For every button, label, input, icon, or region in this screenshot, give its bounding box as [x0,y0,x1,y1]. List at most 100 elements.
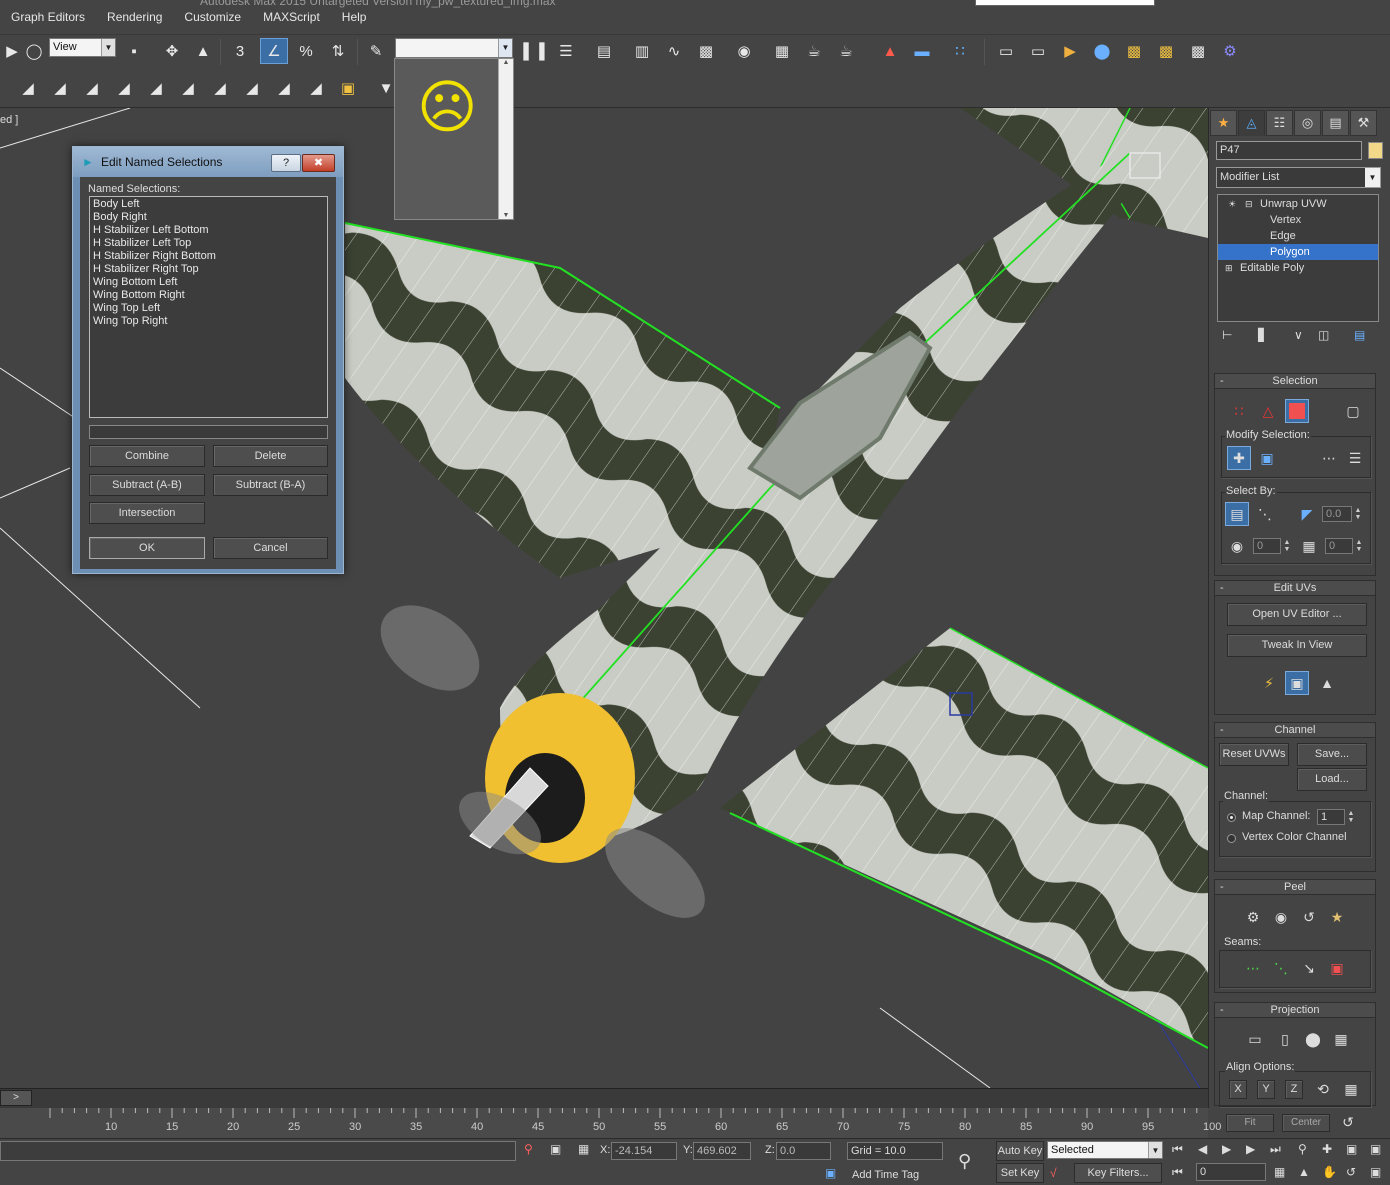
rollout-header[interactable]: - Edit UVs [1215,581,1375,596]
rollout-header[interactable]: - Projection [1215,1003,1375,1018]
configure-sets-icon[interactable]: ▤ [1354,328,1365,342]
remove-modifier-icon[interactable]: ◫ [1318,328,1329,342]
key-filters-button[interactable]: Key Filters... [1074,1163,1162,1183]
z-coordinate-field[interactable]: 0.0 [776,1142,831,1160]
lock-selection-icon[interactable]: ▣ [550,1142,561,1156]
field-of-view-icon[interactable]: ▲ [1298,1165,1310,1179]
key-mode-toggle-icon[interactable]: ⏮ [1172,1165,1183,1180]
rollout-header[interactable]: - Selection [1215,374,1375,389]
list-item[interactable]: Body Right [93,211,324,224]
collapse-icon[interactable]: ⊟ [1245,196,1253,212]
tab-create[interactable]: ★ [1210,110,1237,136]
list-item[interactable]: H Stabilizer Right Bottom [93,250,324,263]
pivot-icon[interactable]: ▪ [122,39,146,63]
percent-snap-icon[interactable]: % [294,39,318,63]
edge-to-seams-icon[interactable]: ↘ [1297,956,1321,980]
list-item[interactable]: H Stabilizer Right Top [93,263,324,276]
select-by-material-icon[interactable]: ▦ [1297,534,1321,558]
list-item[interactable]: Wing Top Right [93,315,324,328]
stack-item-polygon[interactable]: Polygon [1218,244,1378,260]
tab-display[interactable]: ▤ [1322,110,1349,136]
center-button[interactable]: Center [1282,1114,1330,1132]
scrollbar[interactable]: ▲ ▼ [498,59,513,219]
next-frame-icon[interactable]: ▶ [1246,1142,1255,1156]
spinner-arrows-icon[interactable]: ▲ ▼ [1354,539,1364,553]
maxscript-listener-icon[interactable]: ▭ [994,39,1018,63]
quick-peel-icon[interactable]: ⚙ [1241,905,1265,929]
material-id-spinner[interactable]: 0 ▲ ▼ [1325,538,1362,554]
align-gizmo-icon[interactable]: ▲ [1315,671,1339,695]
quick-map-gizmo-icon[interactable]: ▣ [1285,671,1309,695]
viewport-label[interactable]: ed ] [0,114,18,126]
tab-modify[interactable]: ◬ [1238,110,1265,136]
show-end-result-icon[interactable]: ▋ [1258,328,1267,342]
mxw-icon[interactable]: ▩ [1154,39,1178,63]
key-icon[interactable]: ⚲ [958,1151,971,1172]
graphite-tool-icon[interactable]: ◢ [240,76,264,100]
align-icon[interactable]: ☰ [554,39,578,63]
move-icon[interactable]: ✥ [160,39,184,63]
zoom-icon[interactable]: ⚲ [1298,1142,1307,1156]
graphite-tool-icon[interactable]: ◢ [112,76,136,100]
load-uvws-button[interactable]: Load... [1297,768,1367,791]
tab-hierarchy[interactable]: ☷ [1266,110,1293,136]
pin-stack-icon[interactable]: ⊢ [1222,328,1232,342]
graphite-tool-icon[interactable]: ◢ [80,76,104,100]
object-name-input[interactable]: P47 [1216,141,1362,160]
time-slider-track[interactable] [0,1088,1208,1108]
reference-coordinate-dropdown[interactable]: View ▼ [49,38,116,57]
map-channel-radio[interactable] [1227,813,1236,822]
named-selections-list[interactable]: Body Left Body Right H Stabilizer Left B… [89,196,328,418]
graphite-tool-icon[interactable]: ◢ [16,76,40,100]
make-unique-icon[interactable]: ∨ [1294,328,1303,342]
stack-item-vertex[interactable]: Vertex [1218,212,1378,228]
gear-icon[interactable]: ⚙ [1218,39,1242,63]
edge-mode-icon[interactable]: △ [1256,399,1280,423]
expand-icon[interactable]: ⊞ [1225,260,1233,276]
graphite-tool-icon[interactable]: ◢ [48,76,72,100]
angle-snap-icon[interactable]: ∠ [260,38,288,64]
map-channel-spinner[interactable]: 1 ▲ ▼ [1317,809,1354,825]
spinner-arrows-icon[interactable]: ▲ ▼ [1346,810,1356,824]
zoom-extents-icon[interactable]: ▣ [1346,1142,1357,1156]
key-mode-dropdown[interactable]: Selected ▼ [1047,1141,1163,1159]
named-selection-sets-dropdown[interactable]: ▼ [395,38,513,58]
sphere-icon[interactable]: ⬤ [1090,39,1114,63]
reset-icon[interactable]: ↺ [1336,1110,1360,1134]
polygon-mode-icon[interactable] [1285,399,1309,423]
add-time-tag-button[interactable]: Add Time Tag [852,1169,919,1181]
planar-threshold-spinner[interactable]: 0.0 ▲ ▼ [1322,506,1361,522]
stack-item-unwrap-uvw[interactable]: ☀ ⊟ Unwrap UVW [1218,196,1378,212]
help-button[interactable]: ? [271,154,301,172]
close-button[interactable]: ✖ [302,154,335,172]
fit-button[interactable]: Fit [1226,1114,1274,1132]
vertex-mode-icon[interactable]: ∷ [1227,399,1251,423]
tab-utilities[interactable]: ⚒ [1350,110,1377,136]
current-frame-field[interactable]: 0 [1196,1163,1266,1181]
graphite-tool-icon[interactable]: ◢ [272,76,296,100]
delete-button[interactable]: Delete [213,445,328,467]
absolute-mode-icon[interactable]: ▦ [578,1142,589,1156]
spinner-arrows-icon[interactable]: ▲ ▼ [1353,507,1363,521]
bone-tools-icon[interactable]: ▲ [878,39,902,63]
peel-mode-icon[interactable]: ◉ [1269,905,1293,929]
cylindrical-map-icon[interactable]: ▯ [1273,1027,1297,1051]
named-selection-sets-list[interactable]: ☹ ▲ ▼ [394,58,514,220]
graphite-tool-icon[interactable]: ◢ [176,76,200,100]
manipulate-icon[interactable]: ▲ [191,39,215,63]
menu-graph-editors[interactable]: Graph Editors [0,0,96,34]
best-align-icon[interactable]: ⟲ [1311,1077,1335,1101]
mirror-icon[interactable]: ▌▐ [522,39,546,63]
spherical-map-icon[interactable]: ⬤ [1301,1027,1325,1051]
rollout-header[interactable]: - Peel [1215,880,1375,895]
list-item[interactable]: H Stabilizer Left Bottom [93,224,324,237]
ring-icon[interactable]: ⋯ [1317,446,1341,470]
reset-peel-icon[interactable]: ↺ [1297,905,1321,929]
maxscript-editor-icon[interactable]: ▭ [1026,39,1050,63]
bin-icon[interactable]: ▩ [1186,39,1210,63]
list-item[interactable]: Wing Bottom Right [93,289,324,302]
planar-angle-icon[interactable]: ◤ [1295,502,1319,526]
mxw-icon[interactable]: ▩ [1122,39,1146,63]
align-x-button[interactable]: X [1229,1080,1247,1099]
planar-map-icon[interactable]: ▭ [1243,1027,1267,1051]
